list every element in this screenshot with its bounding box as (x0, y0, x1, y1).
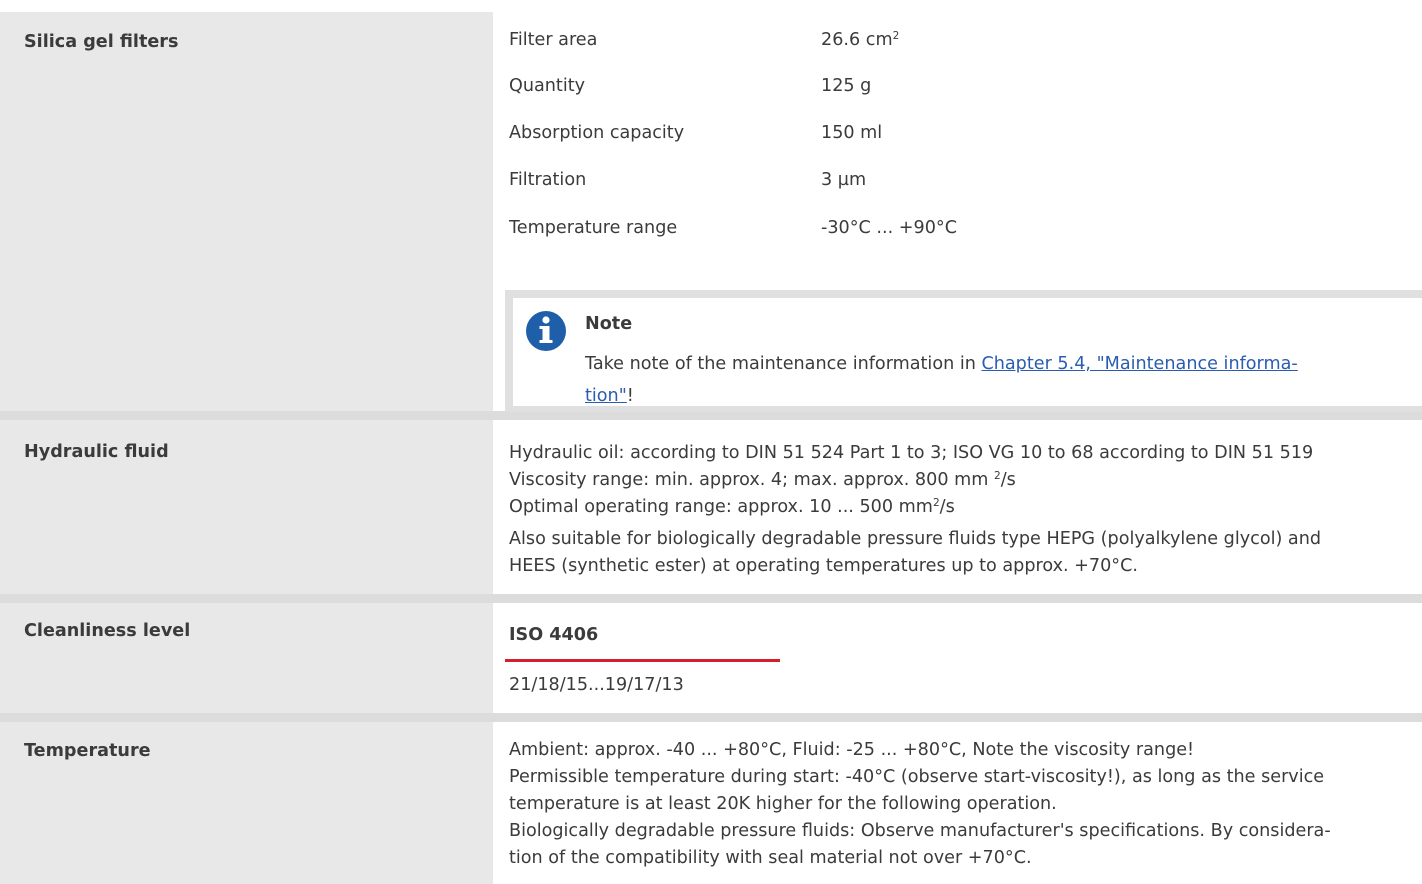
text-line: temperature is at least 20K higher for t… (509, 794, 1057, 814)
spec-value: 150 ml (821, 123, 883, 143)
spec-name: Absorption capacity (509, 123, 685, 143)
spec-name: Temperature range (509, 218, 678, 238)
spec-value: 125 g (821, 76, 872, 96)
note-content: Note Take note of the maintenance inform… (513, 298, 1422, 406)
text-line: Permissible temperature during start: -4… (509, 767, 1325, 787)
row-separator (0, 411, 1422, 420)
spec-value: 26.6 cm2 (821, 30, 900, 50)
text-line: HEES (synthetic ester) at operating temp… (509, 556, 1138, 576)
label-cell-silica: Silica gel filters (0, 12, 493, 411)
text-line: tion of the compatibility with seal mate… (509, 848, 1032, 868)
row-label-cleanliness: Cleanliness level (24, 621, 191, 641)
maintenance-info-link[interactable]: Chapter 5.4, "Maintenance informa- (981, 354, 1297, 374)
spec-name: Quantity (509, 76, 586, 96)
row-label-temperature: Temperature (24, 741, 151, 761)
text-line: Hydraulic oil: according to DIN 51 524 P… (509, 443, 1314, 463)
row-separator (0, 594, 1422, 603)
label-cell-cleanliness: Cleanliness level (0, 603, 493, 713)
spec-name: Filtration (509, 170, 587, 190)
note-box: Note Take note of the maintenance inform… (505, 290, 1422, 412)
row-label-silica: Silica gel filters (24, 32, 179, 52)
heading-underline (505, 659, 780, 662)
note-title: Note (585, 314, 633, 334)
spec-value: -30°C ... +90°C (821, 218, 957, 238)
label-cell-temperature: Temperature (0, 722, 493, 884)
spec-name: Filter area (509, 30, 598, 50)
text-line: Also suitable for biologically degradabl… (509, 529, 1322, 549)
cleanliness-heading: ISO 4406 (509, 625, 599, 645)
cleanliness-value: 21/18/15...19/17/13 (509, 675, 684, 695)
row-separator (0, 713, 1422, 722)
maintenance-info-link-cont[interactable]: tion" (585, 386, 627, 406)
text-line: Biologically degradable pressure fluids:… (509, 821, 1331, 841)
text-line: Viscosity range: min. approx. 4; max. ap… (509, 470, 1016, 490)
row-label-hydraulic: Hydraulic fluid (24, 442, 169, 462)
note-text: Take note of the maintenance information… (585, 354, 1298, 406)
label-cell-hydraulic: Hydraulic fluid (0, 420, 493, 594)
spec-value: 3 µm (821, 170, 867, 190)
info-icon (526, 311, 566, 351)
text-line: Ambient: approx. -40 ... +80°C, Fluid: -… (509, 740, 1195, 760)
text-line: Optimal operating range: approx. 10 ... … (509, 497, 955, 517)
